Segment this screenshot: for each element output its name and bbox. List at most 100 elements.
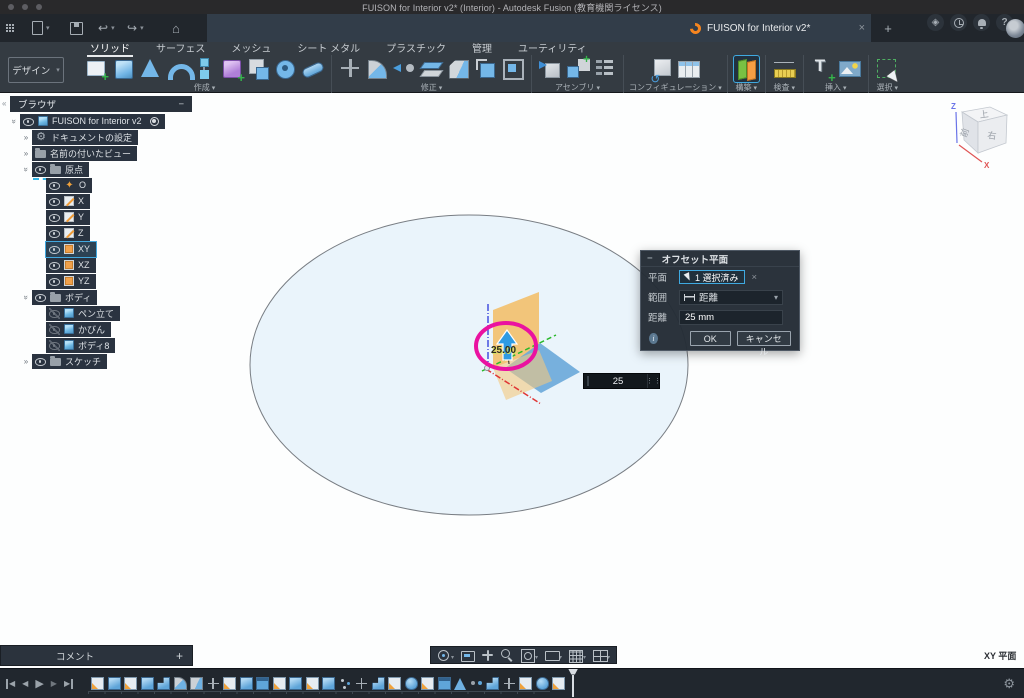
new-component-icon[interactable] — [538, 56, 563, 82]
timeline-feature-icon[interactable] — [157, 677, 170, 690]
extrude-icon[interactable] — [111, 56, 136, 82]
timeline-feature-icon[interactable] — [289, 677, 302, 690]
ribbon-tab[interactable]: ソリッド — [90, 44, 130, 55]
press-pull-icon[interactable] — [338, 56, 363, 82]
canvas-image-icon[interactable] — [837, 56, 862, 82]
browser-node[interactable]: ボディ — [32, 290, 97, 305]
close-tab-icon[interactable]: × — [859, 21, 865, 35]
combine-icon[interactable] — [473, 56, 498, 82]
timeline-playhead[interactable] — [568, 669, 578, 697]
sweep-icon[interactable] — [165, 56, 190, 82]
browser-node[interactable]: XY — [46, 242, 96, 257]
ribbon-tab[interactable]: シート メタル — [297, 44, 360, 55]
display-settings-icon[interactable] — [545, 649, 558, 662]
dropdown-caret-icon[interactable] — [450, 646, 454, 664]
timeline-feature-icon[interactable] — [108, 677, 121, 690]
timeline-feature-icon[interactable] — [470, 677, 483, 690]
visibility-eye-icon[interactable] — [49, 196, 60, 207]
browser-node[interactable]: XZ — [46, 258, 96, 273]
browser-row[interactable]: ペン立て — [0, 305, 165, 321]
timeline-feature-icon[interactable] — [190, 677, 203, 690]
ribbon-group-label[interactable]: 修正 — [421, 82, 442, 93]
timeline-feature-icon[interactable] — [223, 677, 236, 690]
revolve-icon[interactable] — [138, 56, 163, 82]
browser-row[interactable]: 原点 — [0, 161, 165, 177]
expand-arrow-icon[interactable] — [20, 149, 32, 158]
browser-row[interactable]: X — [0, 193, 165, 209]
save-icon[interactable] — [70, 14, 83, 42]
visibility-eye-icon[interactable] — [49, 276, 60, 287]
browser-node[interactable]: X — [46, 194, 90, 209]
chamfer-icon[interactable] — [446, 56, 471, 82]
dialog-header[interactable]: − オフセット平面 — [641, 251, 799, 267]
configure-icon[interactable] — [649, 56, 674, 82]
timeline-feature-icon[interactable] — [174, 677, 187, 690]
visibility-eye-icon[interactable] — [49, 308, 60, 319]
ribbon-group-label[interactable]: 作成 — [194, 82, 215, 93]
timeline-step-forward-button[interactable] — [51, 679, 57, 689]
visibility-eye-icon[interactable] — [35, 292, 46, 303]
shell-icon[interactable] — [419, 56, 444, 82]
browser-node[interactable]: Y — [46, 210, 90, 225]
extent-select[interactable]: 距離 — [679, 290, 783, 305]
viewports-icon[interactable] — [593, 649, 606, 662]
ribbon-group-label[interactable]: 構築 — [736, 82, 757, 93]
offset-face-icon[interactable] — [392, 56, 417, 82]
pan-tool-icon[interactable] — [481, 649, 494, 662]
browser-row[interactable]: XZ — [0, 257, 165, 273]
plane-selection-chip[interactable]: 1 選択済み — [679, 270, 745, 284]
visibility-eye-icon[interactable] — [49, 180, 60, 191]
browser-node[interactable]: O — [46, 178, 92, 193]
new-tab-button[interactable]: + — [880, 14, 896, 42]
ribbon-group-label[interactable]: 検査 — [774, 82, 795, 93]
joint-icon[interactable] — [565, 56, 590, 82]
create-sketch-icon[interactable] — [84, 56, 109, 82]
timeline-feature-icon[interactable] — [536, 677, 549, 690]
timeline-feature-icon[interactable] — [207, 677, 220, 690]
timeline-feature-icon[interactable] — [355, 677, 368, 690]
expand-arrow-icon[interactable] — [8, 117, 20, 126]
timeline-feature-icon[interactable] — [273, 677, 286, 690]
browser-node[interactable]: Z — [46, 226, 90, 241]
timeline-feature-icon[interactable] — [519, 677, 532, 690]
insert-icon[interactable] — [810, 56, 835, 82]
timeline-feature-icon[interactable] — [372, 677, 385, 690]
browser-node[interactable]: かびん — [46, 322, 111, 337]
activate-component-icon[interactable] — [150, 117, 159, 126]
app-launcher-icon[interactable] — [6, 14, 8, 42]
timeline-feature-icon[interactable] — [388, 677, 401, 690]
spinner-icon[interactable]: ⋮⋮ — [647, 374, 659, 388]
ok-button[interactable]: OK — [690, 331, 731, 346]
look-at-icon[interactable] — [461, 649, 474, 662]
timeline-feature-icon[interactable] — [306, 677, 319, 690]
visibility-eye-icon[interactable] — [49, 324, 60, 335]
browser-row[interactable]: ボディ — [0, 289, 165, 305]
minimize-icon[interactable]: − — [178, 99, 184, 110]
sketch-circle[interactable] — [250, 215, 688, 515]
browser-node[interactable]: 名前の付いたビュー — [32, 146, 137, 161]
browser-row[interactable]: Y — [0, 209, 165, 225]
visibility-eye-icon[interactable] — [49, 228, 60, 239]
redo-icon[interactable]: ▾ — [127, 14, 144, 42]
inline-distance-input[interactable]: 25 ⋮⋮ — [583, 373, 660, 389]
collapse-panel-icon[interactable]: « — [2, 99, 6, 108]
timeline-feature-icon[interactable] — [339, 677, 352, 690]
offset-plane-icon[interactable] — [734, 56, 759, 82]
primitive-box-icon[interactable] — [246, 56, 271, 82]
info-icon[interactable]: i — [649, 333, 658, 344]
timeline-feature-icon[interactable] — [438, 677, 451, 690]
hole-icon[interactable] — [273, 56, 298, 82]
collapse-dialog-icon[interactable]: − — [647, 253, 653, 264]
browser-row[interactable]: ボディ8 — [0, 337, 165, 353]
ribbon-tab[interactable]: メッシュ — [231, 44, 271, 55]
comments-bar[interactable]: コメント + — [0, 645, 193, 666]
browser-row[interactable]: かびん — [0, 321, 165, 337]
timeline-feature-icon[interactable] — [322, 677, 335, 690]
distance-input[interactable]: 25 mm — [679, 310, 783, 325]
expand-arrow-icon[interactable] — [20, 165, 32, 174]
measure-icon[interactable] — [772, 56, 797, 82]
ribbon-group-label[interactable]: アセンブリ — [555, 82, 600, 93]
timeline-feature-icon[interactable] — [91, 677, 104, 690]
visibility-eye-icon[interactable] — [35, 356, 46, 367]
notifications-icon[interactable] — [973, 14, 990, 31]
